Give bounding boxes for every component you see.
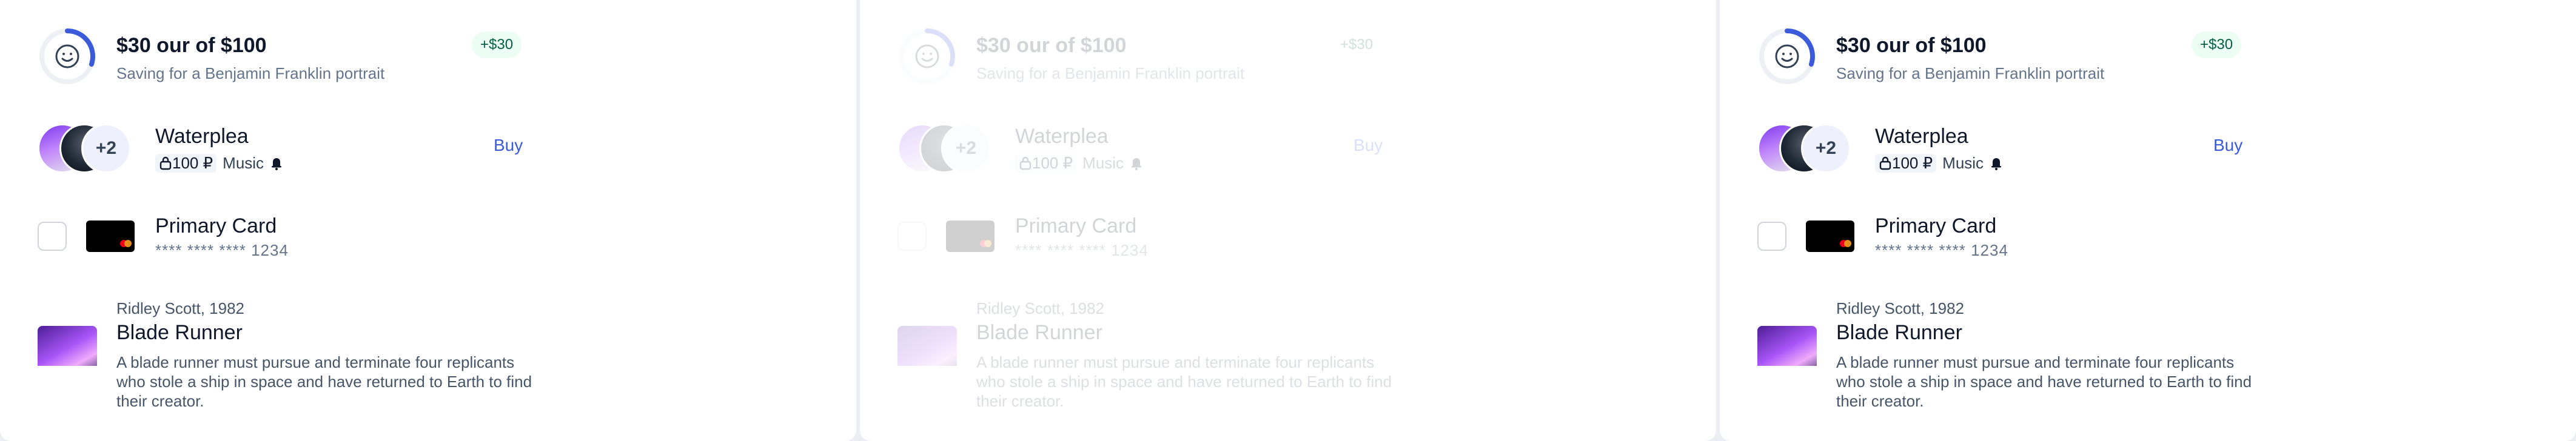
poster-brand [38,366,97,386]
card-item[interactable]: Primary Card **** **** **** 1234 [1757,212,2249,260]
card-checkbox[interactable] [1757,222,1786,251]
music-item[interactable]: +2 Waterplea 100 ₽ Music Buy [1757,124,2249,174]
movie-item[interactable]: Ridley Scott, 1982 Blade Runner A blade … [38,299,532,420]
lock-icon [1019,155,1032,171]
savings-title: $30 our of $100 [976,34,1127,57]
movie-meta: Ridley Scott, 1982 [976,299,1105,317]
bell-icon [1130,155,1143,171]
card-thumbnail [946,220,995,252]
panel-left: $30 our of $100 Saving for a Benjamin Fr… [0,0,856,441]
movie-title: Blade Runner [976,321,1102,344]
bell-icon [270,155,283,171]
savings-item[interactable]: $30 our of $100 Saving for a Benjamin Fr… [38,27,529,87]
card-checkbox[interactable] [38,222,67,251]
card-number: **** **** **** 1234 [1015,241,1149,259]
smile-icon [53,42,82,71]
price-chip: 100 ₽ [1015,154,1077,173]
card-title: Primary Card [1875,214,1997,237]
more-avatars-badge: +2 [941,124,991,173]
music-meta: 100 ₽ Music [155,154,283,173]
music-genre: Music [1082,154,1124,172]
music-price: 100 ₽ [1892,154,1933,172]
buy-button[interactable]: Buy [2213,136,2242,155]
movie-title: Blade Runner [1836,321,1962,344]
movie-title: Blade Runner [116,321,243,344]
card-title: Primary Card [1015,214,1137,237]
movie-item[interactable]: Ridley Scott, 1982 Blade Runner A blade … [1757,299,2252,420]
buy-button[interactable]: Buy [1353,136,1383,155]
music-genre: Music [1942,154,1984,172]
savings-badge: +$30 [1332,31,1382,58]
movie-description: A blade runner must pursue and terminate… [976,353,1392,410]
card-number: **** **** **** 1234 [155,241,289,259]
movie-item[interactable]: Ridley Scott, 1982 Blade Runner A blade … [897,299,1392,420]
movie-description: A blade runner must pursue and terminate… [1836,353,2252,410]
music-genre: Music [223,154,264,172]
lock-icon [159,155,172,171]
savings-subtitle: Saving for a Benjamin Franklin portrait [976,64,1245,82]
music-item[interactable]: +2 Waterplea 100 ₽ Music Buy [897,124,1389,174]
smile-icon [913,42,942,71]
music-meta: 100 ₽ Music [1875,154,2003,173]
music-meta: 100 ₽ Music [1015,154,1143,173]
card-item[interactable]: Primary Card **** **** **** 1234 [897,212,1389,260]
savings-title: $30 our of $100 [1836,34,1987,57]
music-price: 100 ₽ [1032,154,1073,172]
savings-item[interactable]: $30 our of $100 Saving for a Benjamin Fr… [897,27,1389,87]
panel-right: $30 our of $100 Saving for a Benjamin Fr… [1720,0,2576,441]
price-chip: 100 ₽ [155,154,217,173]
card-number: **** **** **** 1234 [1875,241,2008,259]
more-avatars-badge: +2 [81,124,131,173]
movie-meta: Ridley Scott, 1982 [116,299,245,317]
lock-icon [1879,155,1892,171]
more-avatars-badge: +2 [1801,124,1851,173]
savings-item[interactable]: $30 our of $100 Saving for a Benjamin Fr… [1757,27,2249,87]
savings-badge: +$30 [2192,31,2242,58]
movie-meta: Ridley Scott, 1982 [1836,299,1965,317]
card-title: Primary Card [155,214,277,237]
panel-center: $30 our of $100 Saving for a Benjamin Fr… [860,0,1716,441]
card-thumbnail [86,220,135,252]
price-chip: 100 ₽ [1875,154,1937,173]
poster-brand [1757,366,1817,386]
savings-badge: +$30 [472,31,522,58]
smile-icon [1773,42,1802,71]
bell-icon [1990,155,2003,171]
card-thumbnail [1806,220,1854,252]
music-title: Waterplea [1875,125,1968,148]
card-item[interactable]: Primary Card **** **** **** 1234 [38,212,529,260]
buy-button[interactable]: Buy [494,136,523,155]
poster-brand [897,366,957,386]
card-checkbox[interactable] [897,222,927,251]
movie-description: A blade runner must pursue and terminate… [116,353,532,410]
music-title: Waterplea [1015,125,1109,148]
savings-title: $30 our of $100 [116,34,267,57]
savings-subtitle: Saving for a Benjamin Franklin portrait [116,64,385,82]
music-item[interactable]: +2 Waterplea 100 ₽ Music Buy [38,124,529,174]
savings-subtitle: Saving for a Benjamin Franklin portrait [1836,64,2105,82]
music-title: Waterplea [155,125,249,148]
music-price: 100 ₽ [172,154,213,172]
